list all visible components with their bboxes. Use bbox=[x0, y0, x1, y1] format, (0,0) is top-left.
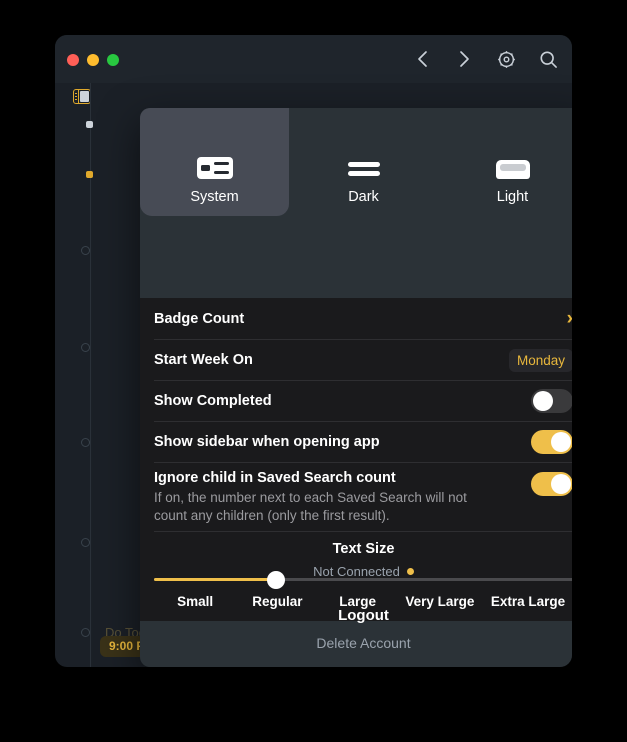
delete-account-button[interactable]: Delete Account bbox=[140, 635, 572, 651]
list-item[interactable] bbox=[81, 628, 90, 637]
theme-option-label: Light bbox=[496, 189, 529, 205]
theme-dark-icon bbox=[347, 149, 380, 179]
setting-row-ignore-child[interactable]: Ignore child in Saved Search count If on… bbox=[154, 462, 572, 531]
maximize-window-button[interactable] bbox=[107, 54, 119, 66]
settings-modal: × System Dark bbox=[140, 108, 572, 667]
close-window-button[interactable] bbox=[67, 54, 79, 66]
setting-label: Show Completed bbox=[154, 393, 272, 409]
theme-option-light[interactable]: Light bbox=[438, 108, 572, 216]
theme-option-dark[interactable]: Dark bbox=[289, 108, 438, 216]
chevron-left-icon[interactable] bbox=[412, 49, 432, 69]
theme-light-icon bbox=[495, 149, 530, 179]
theme-option-system[interactable]: System bbox=[140, 108, 289, 216]
setting-label: Badge Count bbox=[154, 310, 245, 327]
traffic-lights bbox=[67, 54, 119, 66]
timeline-marker bbox=[86, 171, 93, 178]
list-item[interactable] bbox=[81, 438, 90, 447]
list-item[interactable] bbox=[81, 343, 90, 352]
theme-option-label: Dark bbox=[348, 189, 379, 205]
list-item[interactable] bbox=[81, 538, 90, 547]
setting-label: Start Week On bbox=[154, 352, 253, 368]
theme-system-icon bbox=[196, 149, 233, 179]
titlebar-actions bbox=[412, 49, 558, 69]
show-sidebar-toggle[interactable] bbox=[531, 430, 572, 454]
connection-status-label: Not Connected bbox=[313, 564, 400, 579]
list-item[interactable] bbox=[81, 246, 90, 255]
toggle-knob bbox=[533, 391, 553, 411]
theme-option-label: System bbox=[190, 189, 239, 205]
start-week-value[interactable]: Monday bbox=[508, 348, 572, 372]
sidebar-toggle-icon[interactable] bbox=[73, 89, 91, 104]
minimize-window-button[interactable] bbox=[87, 54, 99, 66]
setting-label: Show sidebar when opening app bbox=[154, 434, 380, 450]
connection-status: Not Connected bbox=[140, 564, 572, 579]
ignore-child-toggle[interactable] bbox=[531, 472, 572, 496]
toggle-knob bbox=[551, 474, 571, 494]
chevron-right-icon[interactable]: › bbox=[567, 309, 572, 328]
setting-label: Ignore child in Saved Search count bbox=[154, 470, 396, 486]
search-icon[interactable] bbox=[538, 49, 558, 69]
setting-row-show-completed[interactable]: Show Completed bbox=[154, 380, 572, 421]
chevron-right-icon[interactable] bbox=[454, 49, 474, 69]
theme-selector: System Dark Light bbox=[140, 108, 572, 225]
app-window: Do Today 9:00 PM × System bbox=[55, 35, 572, 667]
setting-row-badge-count[interactable]: Badge Count › bbox=[154, 298, 572, 339]
setting-description: If on, the number next to each Saved Sea… bbox=[154, 490, 467, 523]
logout-button[interactable]: Logout bbox=[140, 607, 572, 624]
status-dot-icon bbox=[406, 568, 414, 575]
window-titlebar bbox=[55, 35, 572, 83]
modal-footer: Not Connected Logout Delete Account bbox=[140, 564, 572, 667]
toggle-knob bbox=[551, 432, 571, 452]
gear-icon[interactable] bbox=[496, 49, 516, 69]
timeline-marker bbox=[86, 121, 93, 128]
text-size-title: Text Size bbox=[332, 541, 395, 558]
setting-row-start-week-on[interactable]: Start Week On Monday bbox=[154, 339, 572, 380]
setting-row-show-sidebar[interactable]: Show sidebar when opening app bbox=[154, 421, 572, 462]
show-completed-toggle[interactable] bbox=[531, 389, 572, 413]
